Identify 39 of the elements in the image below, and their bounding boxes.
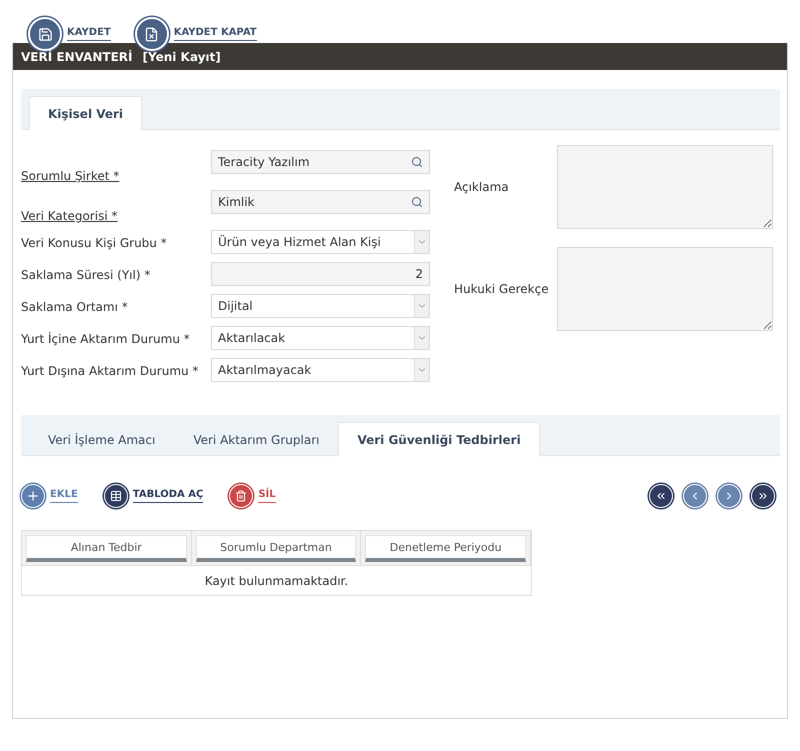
input-field[interactable]: Kimlik [211, 190, 430, 214]
field-link[interactable]: Veri Kategorisi * [21, 209, 211, 223]
field-link[interactable]: Sorumlu Şirket * [21, 169, 211, 183]
field-label: Açıklama [454, 180, 510, 194]
select-field[interactable]: Aktarılacak [211, 326, 430, 350]
double-left-icon [655, 490, 667, 502]
column-header[interactable]: Sorumlu Departman [196, 535, 356, 562]
pager-button[interactable] [649, 484, 673, 508]
tab[interactable]: Kişisel Veri [29, 96, 142, 130]
floppy-icon [38, 26, 52, 42]
field-label: Yurt İçine Aktarım Durumu * [21, 332, 191, 346]
page-title: VERİ ENVANTERİ [21, 50, 132, 64]
field-label: Saklama Ortamı * [21, 300, 129, 314]
field-label: Hukuki Gerekçe [454, 282, 550, 296]
pager-button[interactable] [751, 484, 775, 508]
tab[interactable]: Veri Aktarım Grupları [174, 422, 338, 456]
search-icon [411, 156, 423, 168]
action-button[interactable]: EKLE [21, 484, 78, 508]
action-button[interactable]: TABLODA AÇ [104, 484, 204, 508]
file-x-icon [144, 26, 160, 42]
select-field[interactable]: Dijital [211, 294, 430, 318]
search-icon [411, 196, 423, 208]
empty-message: Kayıt bulunmamaktadır. [22, 565, 531, 595]
select-field[interactable]: Aktarılmayacak [211, 358, 430, 382]
field-label: Saklama Süresi (Yıl) * [21, 268, 152, 282]
tab[interactable]: Veri İşleme Amacı [29, 422, 174, 456]
field-label: Yurt Dışına Aktarım Durumu * [21, 364, 200, 378]
select-field[interactable]: Ürün veya Hizmet Alan Kişi [211, 230, 430, 254]
field-label: Veri Konusu Kişi Grubu * [21, 236, 168, 250]
table-icon [110, 490, 122, 502]
tab[interactable]: Veri Güvenliği Tedbirleri [338, 422, 540, 456]
double-right-icon [757, 490, 769, 502]
input-field[interactable]: 2 [211, 262, 430, 286]
record-status: [Yeni Kayıt] [142, 50, 221, 64]
plus-icon [26, 489, 40, 503]
input-field[interactable]: Teracity Yazılım [211, 150, 430, 174]
column-header[interactable]: Denetleme Periyodu [365, 535, 526, 562]
trash-icon [235, 490, 248, 502]
column-header[interactable]: Alınan Tedbir [26, 535, 187, 562]
